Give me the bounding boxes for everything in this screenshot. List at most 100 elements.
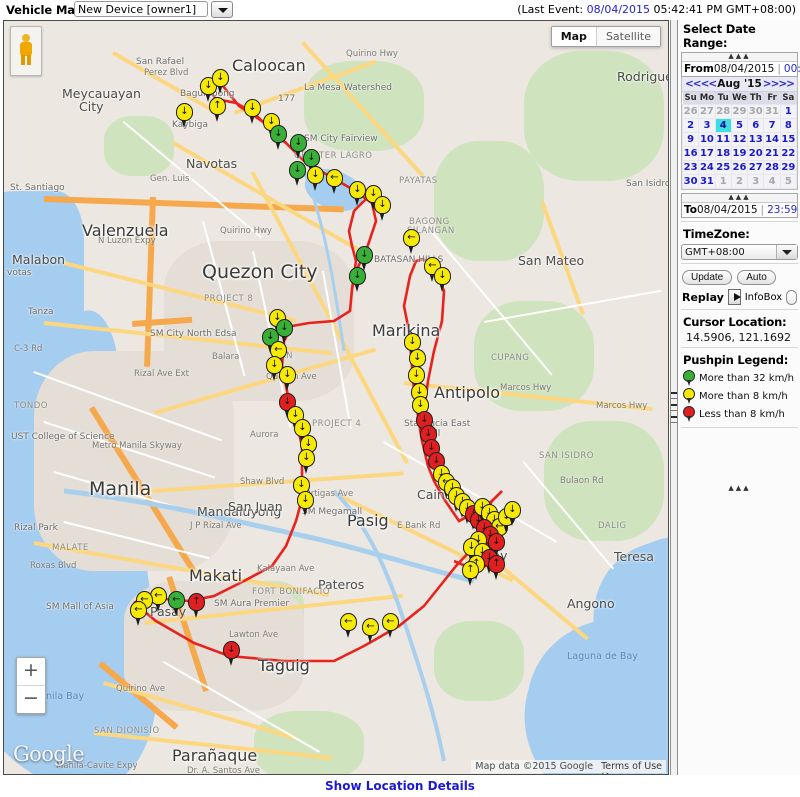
map-marker-pushpin[interactable]: ← — [340, 613, 357, 639]
calendar-day[interactable]: 26 — [681, 104, 700, 119]
last-event-date[interactable]: 08/04/2015 — [587, 3, 650, 16]
calendar-day[interactable]: 12 — [730, 132, 749, 147]
to-row[interactable]: To 08/04/2015 | 23:59 — [682, 203, 797, 217]
calendar-day[interactable]: 21 — [763, 146, 781, 161]
calendar-day[interactable]: 10 — [698, 132, 716, 147]
calendar-day[interactable]: 31 — [763, 104, 781, 119]
calendar-day[interactable]: 14 — [763, 132, 781, 147]
to-date-field[interactable]: ▲▲▲ To 08/04/2015 | 23:59 — [681, 193, 798, 218]
calendar-day[interactable]: 6 — [747, 118, 765, 133]
to-spinner-icon[interactable]: ▲▲▲ — [682, 194, 797, 203]
timezone-select[interactable]: GMT+08:00 — [681, 244, 798, 260]
calendar-day[interactable]: 3 — [747, 174, 765, 189]
calendar-day[interactable]: 15 — [779, 132, 798, 147]
calendar-day[interactable]: 8 — [779, 118, 798, 133]
calendar-day[interactable]: 25 — [714, 160, 732, 175]
from-date-field[interactable]: ▲▲▲ From 08/04/2015 | 00:00 — [681, 52, 800, 77]
calendar-day[interactable]: 17 — [698, 146, 716, 161]
calendar-day[interactable]: 9 — [681, 132, 700, 147]
map-marker-pushpin[interactable]: ↓ — [289, 161, 306, 187]
map-marker-pushpin[interactable]: ↓ — [434, 267, 451, 293]
calendar-day[interactable]: 28 — [714, 104, 732, 119]
calendar-day[interactable]: 20 — [747, 146, 765, 161]
map-marker-pushpin[interactable]: ← — [403, 229, 420, 255]
calendar-day[interactable]: 2 — [730, 174, 749, 189]
zoom-out-button[interactable]: − — [17, 686, 45, 713]
map-marker-pushpin[interactable]: ↑ — [462, 561, 479, 587]
calendar-day[interactable]: 26 — [730, 160, 749, 175]
chevron-down-icon[interactable] — [776, 245, 797, 259]
calendar-day[interactable]: 13 — [747, 132, 765, 147]
map-marker-pushpin[interactable]: ↓ — [349, 267, 366, 293]
terms-of-use-link[interactable]: Terms of Use — [597, 760, 666, 773]
calendar-day[interactable]: 16 — [681, 146, 700, 161]
calendar-day[interactable]: 29 — [779, 160, 798, 175]
date-picker-calendar[interactable]: <<<< Aug '15 >>>> Su Mo Tu We Th Fr Sa 26 27 28 2… — [681, 77, 798, 190]
from-spinner-icon[interactable]: ▲▲▲ — [682, 53, 797, 62]
calendar-day-selected[interactable]: 4 — [714, 118, 732, 133]
calendar-day[interactable]: 27 — [698, 104, 716, 119]
sidebar-scroll-arrows-icon[interactable]: ▲▲▲ — [679, 484, 800, 492]
calendar-day[interactable]: 7 — [763, 118, 781, 133]
play-icon[interactable] — [727, 289, 741, 305]
device-select[interactable]: New Device [owner1] — [74, 1, 208, 17]
map-marker-pushpin[interactable]: ↑ — [188, 593, 205, 619]
splitter-grip-icon[interactable] — [671, 392, 677, 423]
map-marker-pushpin[interactable]: ← — [382, 613, 399, 639]
map-marker-pushpin[interactable]: ↑ — [488, 555, 505, 581]
calendar-day[interactable]: 24 — [698, 160, 716, 175]
calendar-day[interactable]: 5 — [730, 118, 749, 133]
calendar-day[interactable]: 18 — [714, 146, 732, 161]
calendar-day[interactable]: 2 — [681, 118, 700, 133]
calendar-day[interactable]: 30 — [681, 174, 700, 189]
map-type-satellite[interactable]: Satellite — [596, 27, 660, 46]
map-marker-pushpin[interactable]: ↓ — [349, 181, 366, 207]
from-row[interactable]: From 08/04/2015 | 00:00 — [682, 62, 800, 76]
from-time-value[interactable]: 00:00 — [784, 63, 800, 75]
map-marker-pushpin[interactable]: ↓ — [307, 166, 324, 192]
map-type-map[interactable]: Map — [551, 27, 597, 46]
calendar-nav[interactable]: <<<< Aug '15 >>>> — [682, 77, 797, 92]
map-marker-pushpin[interactable]: ↓ — [298, 449, 315, 475]
street-view-pegman[interactable] — [10, 26, 42, 76]
update-button[interactable]: Update — [682, 270, 733, 285]
map-marker-pushpin[interactable]: ↑ — [209, 97, 226, 123]
calendar-day[interactable]: 5 — [779, 174, 798, 189]
calendar-day[interactable]: 11 — [714, 132, 732, 147]
to-time-value[interactable]: 23:59 — [767, 204, 797, 216]
zoom-in-button[interactable]: + — [17, 658, 45, 686]
calendar-day[interactable]: 28 — [763, 160, 781, 175]
to-date-value[interactable]: 08/04/2015 — [697, 204, 758, 216]
map-marker-pushpin[interactable]: ↓ — [270, 125, 287, 151]
calendar-day[interactable]: 31 — [698, 174, 716, 189]
map-marker-pushpin[interactable]: ↓ — [297, 491, 314, 517]
map-marker-pushpin[interactable]: ← — [168, 591, 185, 617]
calendar-day[interactable]: 1 — [714, 174, 732, 189]
calendar-prev-button[interactable]: <<<< — [685, 78, 717, 90]
infobox-checkbox[interactable] — [786, 289, 797, 305]
calendar-day[interactable]: 30 — [747, 104, 765, 119]
map-type-buttons[interactable]: Map Satellite — [550, 26, 661, 47]
map-marker-pushpin[interactable]: ↓ — [244, 99, 261, 125]
calendar-next-button[interactable]: >>>> — [763, 78, 795, 90]
calendar-day[interactable]: 29 — [730, 104, 749, 119]
map-marker-pushpin[interactable]: ↓ — [374, 196, 391, 222]
map-marker-pushpin[interactable]: ↓ — [212, 69, 229, 95]
calendar-grid[interactable]: Su Mo Tu We Th Fr Sa 26 27 28 29 30 31 1 2 3 4 5 6 7 8 9 10 11… — [681, 92, 798, 189]
map-container[interactable]: Caloocan Quezon City Manila Marikina Antipol… — [3, 20, 669, 775]
calendar-day[interactable]: 1 — [779, 104, 798, 119]
map-marker-pushpin[interactable]: ↓ — [279, 366, 296, 392]
from-date-value[interactable]: 08/04/2015 — [714, 63, 775, 75]
map-marker-pushpin[interactable]: ↓ — [176, 103, 193, 129]
calendar-day[interactable]: 4 — [763, 174, 781, 189]
map-marker-pushpin[interactable]: ← — [362, 618, 379, 644]
zoom-controls[interactable]: + − — [16, 657, 46, 714]
calendar-day[interactable]: 19 — [730, 146, 749, 161]
google-map[interactable]: Caloocan Quezon City Manila Marikina Antipol… — [4, 21, 668, 774]
map-marker-pushpin[interactable]: ← — [130, 601, 147, 627]
calendar-body[interactable]: 26 27 28 29 30 31 1 2 3 4 5 6 7 8 9 10 11 12 13 14 15 16 17 18 1… — [681, 104, 798, 189]
calendar-day[interactable]: 23 — [681, 160, 700, 175]
calendar-day[interactable]: 27 — [747, 160, 765, 175]
map-marker-pushpin[interactable]: ↓ — [504, 501, 521, 527]
show-location-details-link[interactable]: Show Location Details — [0, 779, 800, 793]
